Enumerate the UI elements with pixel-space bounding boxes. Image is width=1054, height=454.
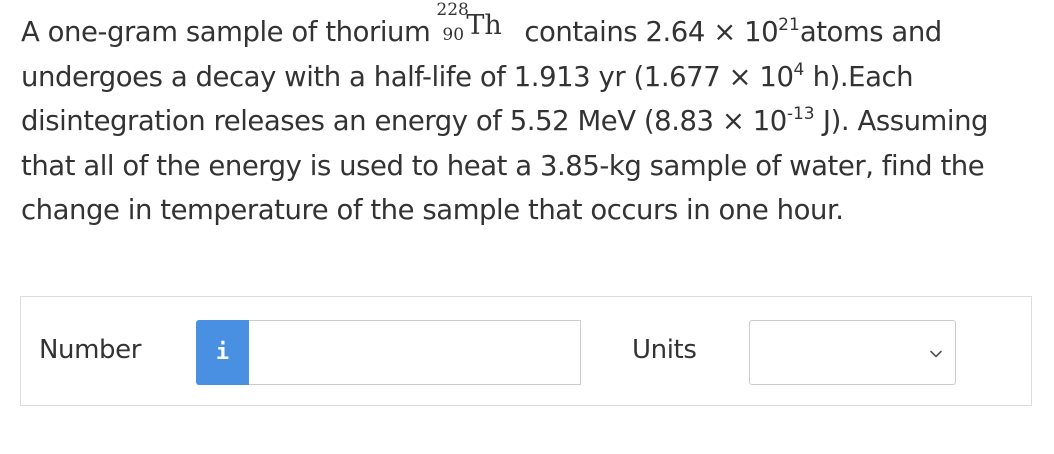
- units-dropdown[interactable]: [749, 320, 956, 385]
- mass-number: 228: [436, 0, 469, 20]
- question-part-2: contains 2.64 × 10: [524, 16, 779, 48]
- number-label: Number: [39, 335, 142, 365]
- atoms-exponent: 21: [778, 15, 800, 35]
- chevron-down-icon: [930, 350, 942, 358]
- units-label: Units: [632, 335, 697, 365]
- energy-exponent: -13: [786, 104, 815, 125]
- number-input[interactable]: [249, 320, 581, 385]
- hours-exponent: 4: [793, 59, 805, 80]
- thorium-nuclide-symbol: 228 90 Th: [436, 2, 520, 45]
- question-part-1: A one-gram sample of thorium: [21, 16, 431, 48]
- element-symbol: Th: [466, 10, 502, 41]
- atomic-number: 90: [442, 25, 465, 45]
- info-icon[interactable]: i: [196, 320, 249, 385]
- answer-panel: Number i Units: [20, 296, 1032, 406]
- question-text: A one-gram sample of thorium 228 90 Th conta…: [21, 2, 1031, 233]
